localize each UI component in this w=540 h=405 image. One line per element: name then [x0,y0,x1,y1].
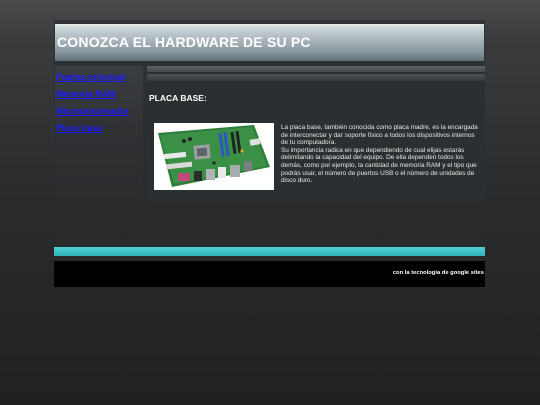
site-title: CONOZCA EL HARDWARE DE SU PC [57,34,311,50]
motherboard-illustration [158,125,270,187]
paragraph: La placa base, también conocida como pla… [281,124,478,147]
site-header: CONOZCA EL HARDWARE DE SU PC [55,24,484,61]
page-title: PLACA BASE: [149,93,207,103]
content-divider [147,74,485,81]
motherboard-image [154,123,274,190]
content-divider [147,66,485,72]
sidebar-item-memoria-ram[interactable]: Memoria RAM [56,89,116,99]
site-footer: con la tecnología de google sites [54,261,485,287]
sidebar-item-microprocesador[interactable]: Microprocesador [56,106,129,116]
sidebar-item-placa-base[interactable]: Placa base [56,123,103,133]
paragraph: Su importancia radica en que dependiendo… [281,146,477,185]
main-content: PLACA BASE: La placa base, también conoc… [147,66,485,202]
sidebar-item-pagina-principal[interactable]: Pagina principal [56,72,126,82]
accent-bar [54,247,485,256]
article-text: La placa base, también conocida como pla… [281,124,481,185]
sidebar-nav: Pagina principal Memoria RAM Microproces… [55,66,143,202]
footer-credit: con la tecnología de google sites [392,270,484,276]
